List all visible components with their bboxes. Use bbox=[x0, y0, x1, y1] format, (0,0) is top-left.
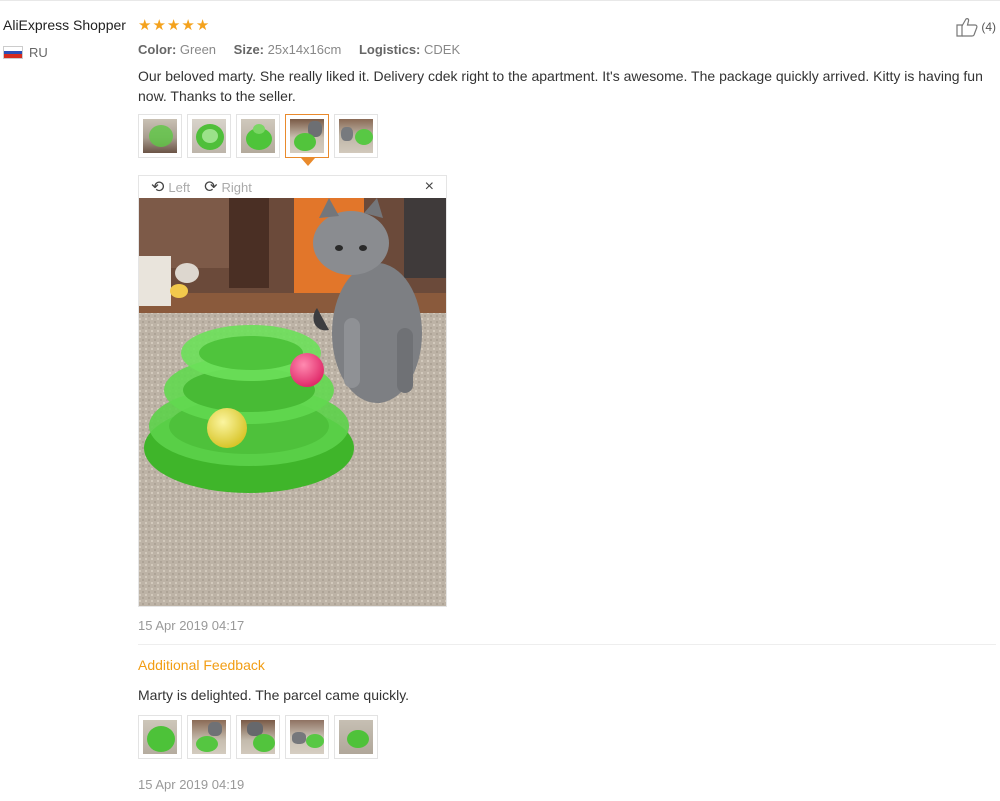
selected-caret-icon bbox=[301, 158, 315, 166]
photo-thumbnail[interactable] bbox=[138, 715, 182, 759]
size-value: 25x14x16cm bbox=[267, 42, 342, 57]
star-rating: ★ ★ ★ ★ ★ bbox=[138, 16, 209, 34]
section-divider bbox=[138, 644, 996, 645]
image-viewer: ⟲ Left ⟳ Right × bbox=[138, 175, 447, 607]
thumbs-up-icon bbox=[956, 18, 978, 37]
review-thumbnails bbox=[138, 114, 378, 166]
color-value: Green bbox=[179, 42, 217, 57]
photo-thumbnail[interactable] bbox=[236, 114, 280, 158]
additional-feedback-text: Marty is delighted. The parcel came quic… bbox=[138, 687, 410, 703]
photo-thumbnail[interactable] bbox=[334, 715, 378, 759]
review-text: Our beloved marty. She really liked it. … bbox=[138, 68, 983, 104]
top-divider bbox=[0, 0, 1000, 1]
rotate-right-icon: ⟳ bbox=[204, 179, 218, 196]
reviewer-name: AliExpress Shopper bbox=[3, 17, 126, 33]
logistics-value: CDEK bbox=[424, 42, 461, 57]
helpful-button[interactable]: (4) bbox=[955, 17, 996, 37]
reviewer-country: RU bbox=[3, 45, 48, 60]
photo-thumbnail[interactable] bbox=[187, 114, 231, 158]
photo-thumbnail[interactable] bbox=[138, 114, 182, 158]
logistics-key: Logistics: bbox=[358, 42, 421, 57]
viewer-toolbar: ⟲ Left ⟳ Right bbox=[139, 176, 446, 198]
star-icon: ★ bbox=[195, 17, 210, 34]
photo-thumbnail[interactable] bbox=[334, 114, 378, 158]
rotate-left-label: Left bbox=[168, 179, 191, 195]
photo-thumbnail[interactable] bbox=[236, 715, 280, 759]
photo-thumbnail-selected[interactable] bbox=[285, 114, 329, 166]
additional-feedback-title: Additional Feedback bbox=[138, 657, 265, 673]
rotate-left-button[interactable]: ⟲ Left bbox=[151, 177, 190, 197]
russia-flag-icon bbox=[3, 46, 23, 59]
star-icon: ★ bbox=[166, 17, 181, 34]
photo-thumbnail[interactable] bbox=[187, 715, 231, 759]
product-attributes: Color: Green Size: 25x14x16cm Logistics:… bbox=[138, 42, 474, 57]
review-date: 15 Apr 2019 04:17 bbox=[138, 618, 245, 633]
additional-thumbnails bbox=[138, 715, 378, 759]
star-icon: ★ bbox=[181, 17, 195, 34]
close-icon[interactable]: × bbox=[425, 178, 434, 196]
additional-feedback-date: 15 Apr 2019 04:19 bbox=[138, 777, 245, 792]
rotate-right-label: Right bbox=[221, 179, 252, 195]
star-icon: ★ bbox=[152, 17, 166, 34]
color-key: Color: bbox=[138, 42, 177, 57]
size-key: Size: bbox=[233, 42, 265, 57]
country-code: RU bbox=[29, 45, 48, 60]
rotate-left-icon: ⟲ bbox=[151, 179, 165, 196]
helpful-count: (4) bbox=[981, 20, 996, 34]
photo-thumbnail[interactable] bbox=[285, 715, 329, 759]
star-icon: ★ bbox=[138, 17, 152, 34]
review-photo bbox=[139, 198, 446, 606]
rotate-right-button[interactable]: ⟳ Right bbox=[204, 177, 252, 197]
